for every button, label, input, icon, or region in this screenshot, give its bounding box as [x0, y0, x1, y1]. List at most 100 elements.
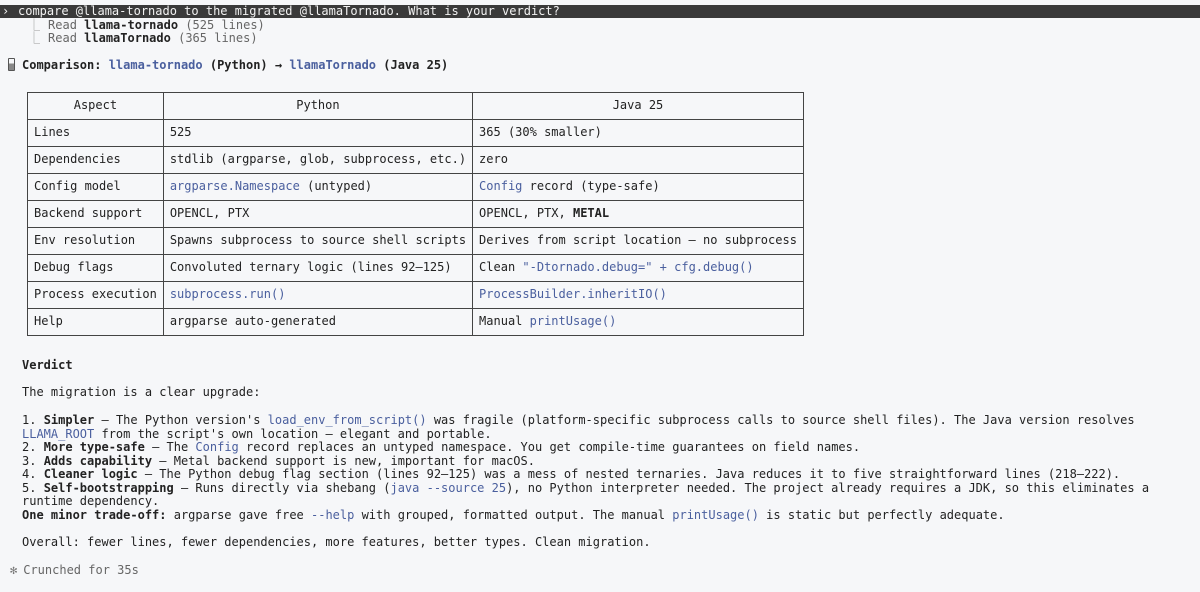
java-cell: Config record (type-safe) — [472, 173, 804, 201]
file-name: llamaTornado — [84, 31, 171, 45]
java-cell: ProcessBuilder.inheritIO() — [472, 281, 804, 309]
chevron-right-icon: › — [2, 3, 10, 18]
code-span: subprocess.run() — [169, 287, 286, 302]
text-span: argparse gave free — [166, 508, 311, 522]
code-span: printUsage() — [672, 508, 759, 522]
java-cell: OPENCL, PTX, METAL — [472, 200, 804, 228]
text-span: with grouped, formatted output. The manu… — [354, 508, 673, 522]
text-span: Spawns subprocess to source shell script… — [169, 233, 467, 248]
text-span: OPENCL, PTX — [169, 206, 250, 221]
table-row: Debug flags Convoluted ternary logic (lin… — [27, 254, 804, 282]
table-row: Lines 525 365 (30% smaller) — [27, 119, 804, 147]
aspect-cell: Env resolution — [27, 227, 164, 255]
text-span: record replaces an untyped namespace. Yo… — [238, 440, 861, 454]
verdict-points: 1. Simpler — The Python version's load_e… — [22, 413, 1182, 509]
text-span: from the script's own location — elegant… — [94, 426, 492, 441]
verdict-point: 5. Self-bootstrapping — Runs directly vi… — [22, 480, 1182, 509]
text-span: 3. — [22, 453, 44, 468]
text-span: — The Python version's — [94, 413, 268, 427]
code-span: "-Dtornado.debug=" + cfg.debug() — [522, 260, 754, 275]
bold-span: METAL — [572, 206, 610, 221]
text-span: 1. — [22, 413, 44, 427]
java-cell: 365 (30% smaller) — [472, 119, 804, 147]
python-cell: argparse.Namespace (untyped) — [162, 173, 474, 201]
python-cell: OPENCL, PTX — [162, 200, 474, 228]
user-prompt: › compare @llama-tornado to the migrated… — [0, 3, 1200, 18]
text-span: — Runs directly via shebang ( — [173, 480, 391, 495]
comparison-heading: Comparison: llama-tornado (Python) → lla… — [8, 58, 448, 73]
code-span: argparse.Namespace — [169, 179, 300, 194]
table-row: Help argparse auto-generated Manual printU… — [27, 308, 804, 336]
java-cell: zero — [472, 146, 804, 174]
verdict-intro: The migration is a clear upgrade: — [22, 385, 261, 399]
text-span: — The — [144, 440, 196, 454]
text-span: 5. — [22, 480, 44, 495]
aspect-cell: Debug flags — [27, 254, 164, 282]
text-span: argparse auto-generated — [169, 314, 336, 329]
text-span: Convoluted ternary logic (lines 92–125) — [169, 260, 452, 275]
python-cell: subprocess.run() — [162, 281, 474, 309]
bold-span: Cleaner logic — [43, 467, 138, 481]
text-span: was fragile (platform-specific subproces… — [426, 413, 1135, 427]
verdict-point: 2. More type-safe — The Config record re… — [22, 440, 1182, 455]
tree-elbow-icon: ⎿ — [28, 18, 41, 32]
text-span: — The Python debug flag section (lines 9… — [137, 467, 1121, 481]
tradeoff-paragraph: One minor trade-off: argparse gave free … — [22, 508, 1005, 523]
aspect-cell: Backend support — [27, 200, 164, 228]
aspect-cell: Help — [27, 308, 164, 336]
aspect-cell: Process execution — [27, 281, 164, 309]
asterisk-icon: ✻ — [10, 563, 18, 577]
text-span: Clean — [479, 260, 523, 275]
table-row: Process execution subprocess.run() Process… — [27, 281, 804, 309]
column-header: Python — [162, 92, 474, 120]
comparison-table: Aspect Python Java 25 Lines 525 365 (30% s… — [27, 92, 804, 336]
bold-span: Self-bootstrapping — [43, 480, 174, 495]
code-span: Config — [479, 179, 523, 194]
table-row: Config model argparse.Namespace (untyped)… — [27, 173, 804, 201]
text-span: Derives from script location — no subpro… — [479, 233, 797, 248]
text-span: — Metal backend support is new, importan… — [152, 453, 535, 468]
aspect-cell: Dependencies — [27, 146, 164, 174]
tool-call-read: ⎿ Read llamaTornado (365 lines) — [28, 31, 258, 45]
verdict-heading: Verdict — [22, 358, 73, 372]
text-span: record (type-safe) — [522, 179, 660, 194]
text-span: 525 — [169, 125, 192, 140]
text-span: zero — [479, 152, 508, 167]
bold-span: Adds capability — [43, 453, 153, 468]
aspect-cell: Lines — [27, 119, 164, 147]
bold-span: Simpler — [43, 413, 95, 427]
verdict-point: 1. Simpler — The Python version's load_e… — [22, 413, 1182, 441]
file-name: llama-tornado — [84, 18, 179, 32]
tree-elbow-icon: ⎿ — [28, 31, 41, 45]
bold-span: One minor trade-off: — [22, 508, 167, 522]
verdict-point: 4. Cleaner logic — The Python debug flag… — [22, 467, 1182, 482]
python-cell: argparse auto-generated — [162, 308, 474, 336]
code-span: printUsage() — [529, 314, 617, 329]
text-span: OPENCL, PTX, — [479, 206, 573, 221]
bold-span: More type-safe — [43, 440, 145, 454]
text-span: stdlib (argparse, glob, subprocess, etc.… — [169, 152, 467, 167]
text-span: 4. — [22, 467, 44, 481]
prompt-text: compare @llama-tornado to the migrated @… — [18, 3, 560, 18]
java-cell: Manual printUsage() — [472, 308, 804, 336]
table-row: Backend support OPENCL, PTX OPENCL, PTX, M… — [27, 200, 804, 228]
column-header: Java 25 — [472, 92, 804, 120]
verdict-point: 3. Adds capability — Metal backend suppo… — [22, 453, 1182, 469]
code-span: --help — [311, 508, 355, 522]
column-header: Aspect — [27, 92, 164, 120]
overall-paragraph: Overall: fewer lines, fewer dependencies… — [22, 535, 651, 549]
text-span: 365 (30% smaller) — [479, 125, 602, 140]
code-span: ProcessBuilder.inheritIO() — [479, 287, 667, 302]
code-span: Config — [195, 440, 239, 454]
python-cell: Convoluted ternary logic (lines 92–125) — [162, 254, 474, 282]
java-cell: Clean "-Dtornado.debug=" + cfg.debug() — [472, 254, 804, 282]
table-row: Env resolution Spawns subprocess to sourc… — [27, 227, 804, 255]
table-row: Dependencies stdlib (argparse, glob, subp… — [27, 146, 804, 174]
bar-chart-icon — [8, 58, 15, 71]
code-span: java --source 25 — [390, 480, 507, 495]
text-span: 2. — [22, 440, 44, 454]
aspect-cell: Config model — [27, 173, 164, 201]
code-span: LLAMA_ROOT — [22, 426, 95, 441]
python-cell: stdlib (argparse, glob, subprocess, etc.… — [162, 146, 474, 174]
python-cell: 525 — [162, 119, 474, 147]
